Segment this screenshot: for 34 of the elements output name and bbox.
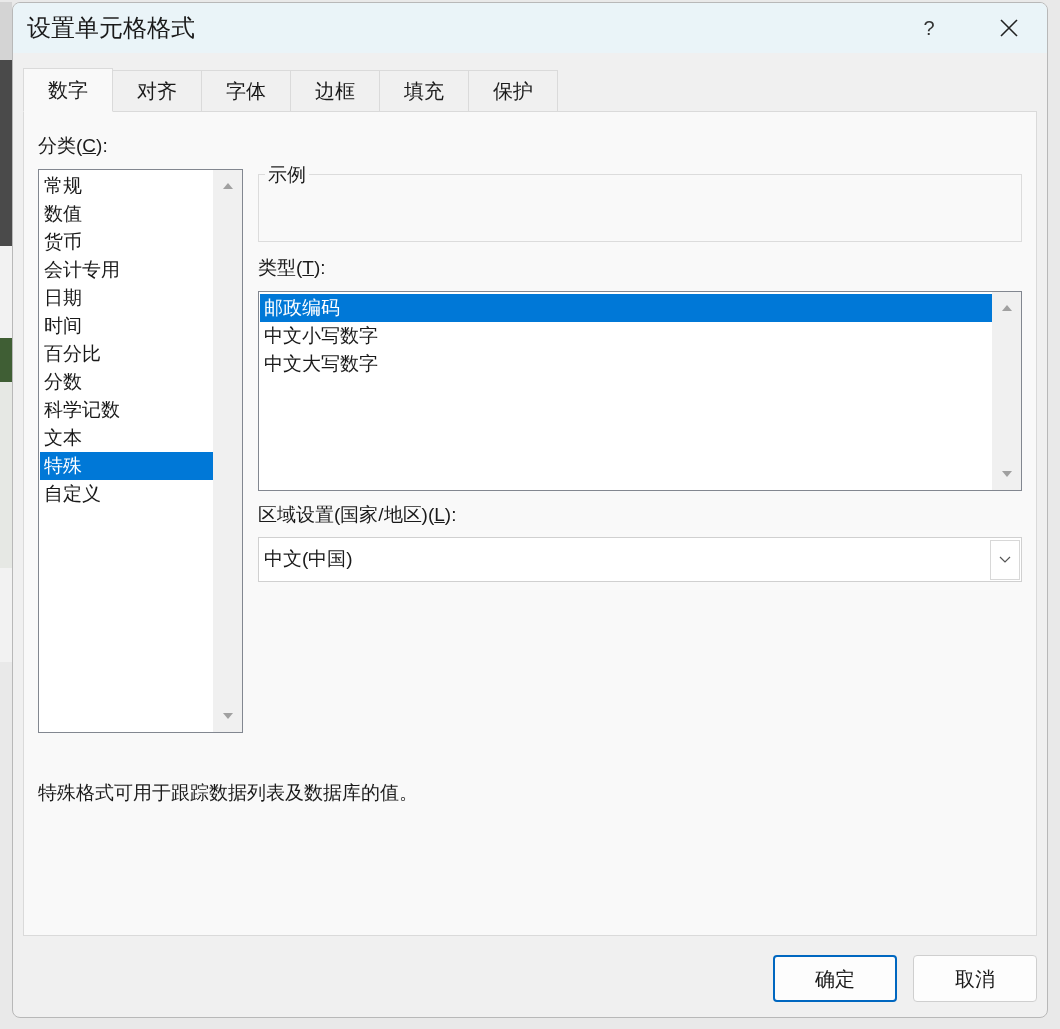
list-item[interactable]: 中文小写数字 — [260, 321, 992, 350]
close-icon — [1000, 19, 1018, 37]
list-item[interactable]: 中文大写数字 — [260, 349, 992, 378]
list-item[interactable]: 科学记数 — [40, 395, 213, 424]
scrollbar[interactable] — [992, 291, 1021, 490]
list-item[interactable]: 自定义 — [40, 479, 213, 508]
list-item[interactable]: 特殊 — [40, 451, 213, 480]
scrollbar[interactable] — [213, 169, 242, 732]
list-item[interactable]: 文本 — [40, 423, 213, 452]
chevron-down-icon — [999, 556, 1011, 563]
list-item[interactable]: 数值 — [40, 199, 213, 228]
list-item[interactable]: 百分比 — [40, 339, 213, 368]
window-title: 设置单元格格式 — [27, 13, 196, 43]
tab[interactable]: 保护 — [468, 70, 558, 112]
scroll-up-arrow-icon[interactable] — [221, 181, 234, 190]
list-item[interactable]: 日期 — [40, 283, 213, 312]
description-text: 特殊格式可用于跟踪数据列表及数据库的值。 — [38, 780, 419, 805]
locale-dropdown[interactable]: 中文(中国) — [258, 537, 1022, 582]
type-label: 类型(T): — [258, 256, 326, 280]
list-item[interactable]: 会计专用 — [40, 255, 213, 284]
scroll-down-arrow-icon[interactable] — [1000, 469, 1013, 478]
list-item[interactable]: 常规 — [40, 171, 213, 200]
list-item[interactable]: 时间 — [40, 311, 213, 340]
cancel-button[interactable]: 取消 — [913, 955, 1037, 1002]
locale-label: 区域设置(国家/地区)(L): — [258, 502, 457, 527]
list-item[interactable]: 分数 — [40, 367, 213, 396]
scroll-up-arrow-icon[interactable] — [1000, 303, 1013, 312]
list-item[interactable]: 货币 — [40, 227, 213, 256]
ok-button[interactable]: 确定 — [773, 955, 897, 1002]
help-button[interactable]: ? — [909, 8, 949, 48]
category-label: 分类(C): — [38, 134, 108, 158]
scroll-down-arrow-icon[interactable] — [221, 711, 234, 720]
tab[interactable]: 数字 — [23, 68, 113, 112]
list-item[interactable]: 邮政编码 — [260, 293, 992, 322]
